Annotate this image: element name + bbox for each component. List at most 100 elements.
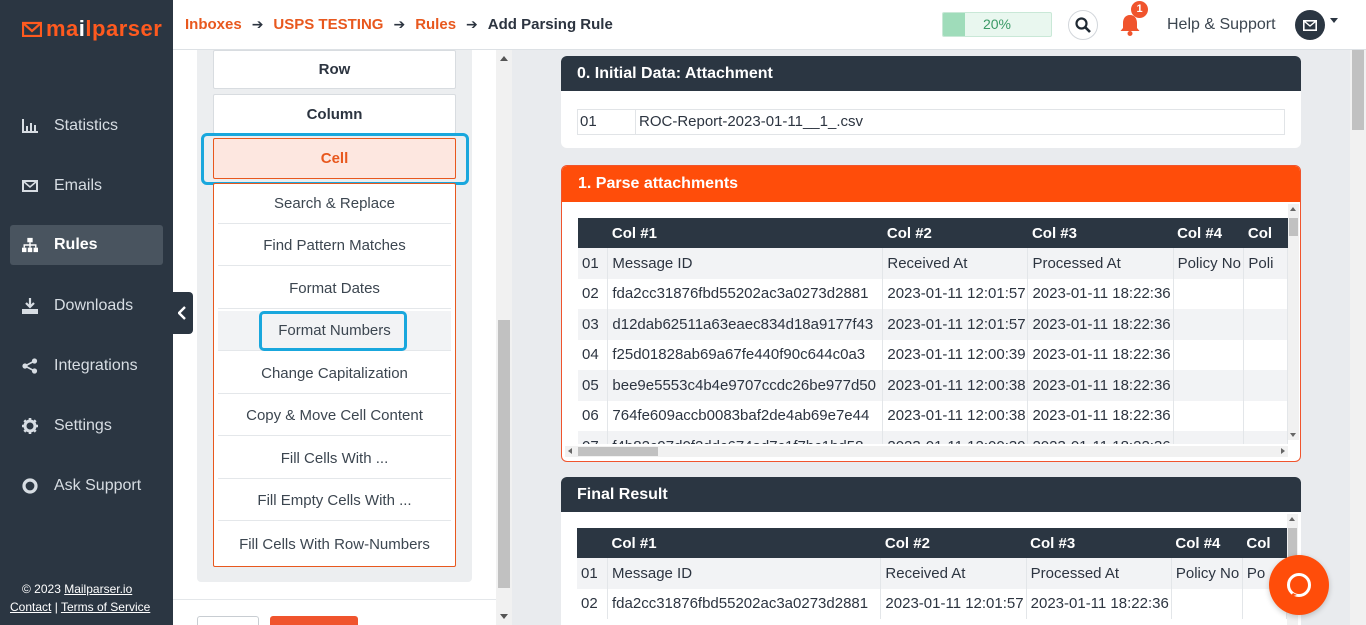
scroll-thumb[interactable] <box>1352 50 1364 130</box>
sidebar-item-ask-support[interactable]: Ask Support <box>10 466 163 506</box>
scroll-up-icon[interactable] <box>500 56 508 61</box>
chevron-left-icon <box>178 306 186 320</box>
column-header <box>578 218 608 248</box>
scroll-right-icon[interactable] <box>1281 448 1285 454</box>
download-icon <box>22 298 38 314</box>
page-scrollbar[interactable] <box>1350 50 1366 625</box>
sidebar-item-integrations[interactable]: Integrations <box>10 346 163 386</box>
table-cell: 2023-01-11 18:22:36 <box>1027 431 1174 444</box>
scroll-down-icon[interactable] <box>500 614 508 619</box>
table-row: 01 Message ID Received At Processed At Polic… <box>577 558 1287 589</box>
scroll-up-icon[interactable] <box>1289 517 1295 521</box>
search-button[interactable] <box>1068 10 1098 40</box>
initial-data-row: 01 ROC-Report-2023-01-11__1_.csv <box>577 109 1285 135</box>
cancel-button[interactable] <box>197 616 259 625</box>
onboarding-progress[interactable]: 20% <box>942 12 1052 37</box>
column-header: Col #3 <box>1027 218 1174 248</box>
table-cell: 2023-01-11 12:01:57 <box>882 309 1029 340</box>
table-row: 07f4b82c97d0f2ddc674ad7c1f7bc1bd582023-0… <box>578 431 1288 444</box>
collapse-sidebar-button[interactable] <box>171 292 193 334</box>
breadcrumb-current: Add Parsing Rule <box>487 16 613 33</box>
parse-attachments-card: 1. Parse attachments Col #1 Col #2 Col #3 C… <box>561 165 1301 462</box>
envelope-icon <box>22 178 38 194</box>
option-change-capitalization[interactable]: Change Capitalization <box>218 354 451 394</box>
sidebar-item-settings[interactable]: Settings <box>10 406 163 446</box>
scroll-thumb[interactable] <box>498 320 510 588</box>
table-cell: Message ID <box>607 248 884 279</box>
row-button[interactable]: Row <box>213 50 456 89</box>
table-cell: 2023-01-11 12:00:39 <box>882 431 1029 444</box>
sidebar-item-rules[interactable]: Rules <box>10 225 163 265</box>
option-fill-row-numbers[interactable]: Fill Cells With Row-Numbers <box>218 524 451 564</box>
option-fill-cells[interactable]: Fill Cells With ... <box>218 439 451 479</box>
format-numbers-highlight <box>259 311 407 351</box>
option-fill-empty[interactable]: Fill Empty Cells With ... <box>218 481 451 521</box>
table-cell: 02 <box>578 278 609 309</box>
column-button[interactable]: Column <box>213 94 456 134</box>
sidebar-item-statistics[interactable]: Statistics <box>10 106 163 146</box>
column-header: Col #2 <box>880 528 1027 558</box>
envelope-logo-icon <box>22 21 42 37</box>
table-cell: 2023-01-11 12:00:38 <box>882 400 1029 431</box>
sidebar-item-label: Integrations <box>54 357 138 374</box>
table-cell: Received At <box>880 558 1027 589</box>
footer-links: Contact | Terms of Service <box>10 600 151 614</box>
breadcrumb-inbox[interactable]: USPS TESTING <box>273 16 383 33</box>
help-support-link[interactable]: Help & Support <box>1167 16 1276 34</box>
chat-launcher-button[interactable] <box>1269 555 1329 615</box>
avatar[interactable] <box>1295 10 1325 40</box>
column-header: Col #4 <box>1173 218 1244 248</box>
row-number: 01 <box>578 110 636 134</box>
column-header <box>577 528 608 558</box>
final-table: Col #1 Col #2 Col #3 Col #4 Col 01 Message ID… <box>577 528 1287 619</box>
column-header: Col #3 <box>1026 528 1172 558</box>
life-ring-icon <box>22 478 38 494</box>
rule-options-panel: Row Column Cell Search & Replace Find Pa… <box>173 50 496 625</box>
caret-down-icon[interactable] <box>1330 18 1338 23</box>
save-button[interactable] <box>270 616 358 625</box>
parse-hscroll[interactable] <box>565 446 1288 457</box>
table-row: 04 f25d01828ab69a67fe440f90c644c0a3 2023-0… <box>578 339 1288 370</box>
terms-link[interactable]: Terms of Service <box>61 600 150 614</box>
table-row: 06 764fe609accb0083baf2de4ab69e7e44 2023-0… <box>578 400 1288 431</box>
scroll-left-icon[interactable] <box>568 448 572 454</box>
sidebar-item-label: Ask Support <box>54 477 142 494</box>
parse-vscroll[interactable] <box>1288 204 1299 440</box>
table-cell: 2023-01-11 18:22:36 <box>1027 400 1174 431</box>
option-format-dates[interactable]: Format Dates <box>218 269 451 309</box>
sidebar-item-label: Rules <box>54 236 98 253</box>
attachment-name: ROC-Report-2023-01-11__1_.csv <box>639 113 863 130</box>
table-cell <box>1243 309 1288 340</box>
breadcrumb: Inboxes ➔ USPS TESTING ➔ Rules ➔ Add Par… <box>185 16 613 33</box>
arrow-right-icon: ➔ <box>251 16 264 32</box>
table-cell: Poli <box>1243 248 1288 279</box>
sidebar-item-emails[interactable]: Emails <box>10 166 163 206</box>
table-row: 02 fda2cc31876fbd55202ac3a0273d2881 2023-0… <box>578 278 1288 309</box>
table-cell: 2023-01-11 18:22:36 <box>1027 278 1174 309</box>
scroll-thumb[interactable] <box>1289 218 1298 236</box>
contact-link[interactable]: Contact <box>10 600 51 614</box>
option-find-pattern[interactable]: Find Pattern Matches <box>218 226 451 266</box>
scroll-thumb[interactable] <box>578 447 658 456</box>
table-cell: 03 <box>578 309 609 340</box>
gear-icon <box>22 418 38 434</box>
mailparser-logo[interactable]: mailparser <box>22 16 162 42</box>
panel-scrollbar[interactable] <box>496 50 512 625</box>
parse-table-viewport: Col #1 Col #2 Col #3 Col #4 Col 01 Message ID… <box>578 218 1288 444</box>
table-cell <box>1173 278 1245 309</box>
sidebar-item-downloads[interactable]: Downloads <box>10 286 163 326</box>
share-icon <box>22 358 38 374</box>
sidebar-item-label: Settings <box>54 417 112 434</box>
scroll-thumb[interactable] <box>1288 528 1297 558</box>
scroll-down-icon[interactable] <box>1290 433 1296 437</box>
sidebar-item-label: Emails <box>54 177 103 194</box>
table-cell: Message ID <box>607 558 882 589</box>
table-cell: Processed At <box>1026 558 1172 589</box>
breadcrumb-rules[interactable]: Rules <box>415 16 456 33</box>
scroll-up-icon[interactable] <box>1290 207 1296 211</box>
option-copy-move[interactable]: Copy & Move Cell Content <box>218 396 451 436</box>
mailparser-link[interactable]: Mailparser.io <box>64 582 132 596</box>
option-search-replace[interactable]: Search & Replace <box>218 184 451 224</box>
table-row: 01 Message ID Received At Processed At Polic… <box>578 248 1288 279</box>
breadcrumb-inboxes[interactable]: Inboxes <box>185 16 242 33</box>
